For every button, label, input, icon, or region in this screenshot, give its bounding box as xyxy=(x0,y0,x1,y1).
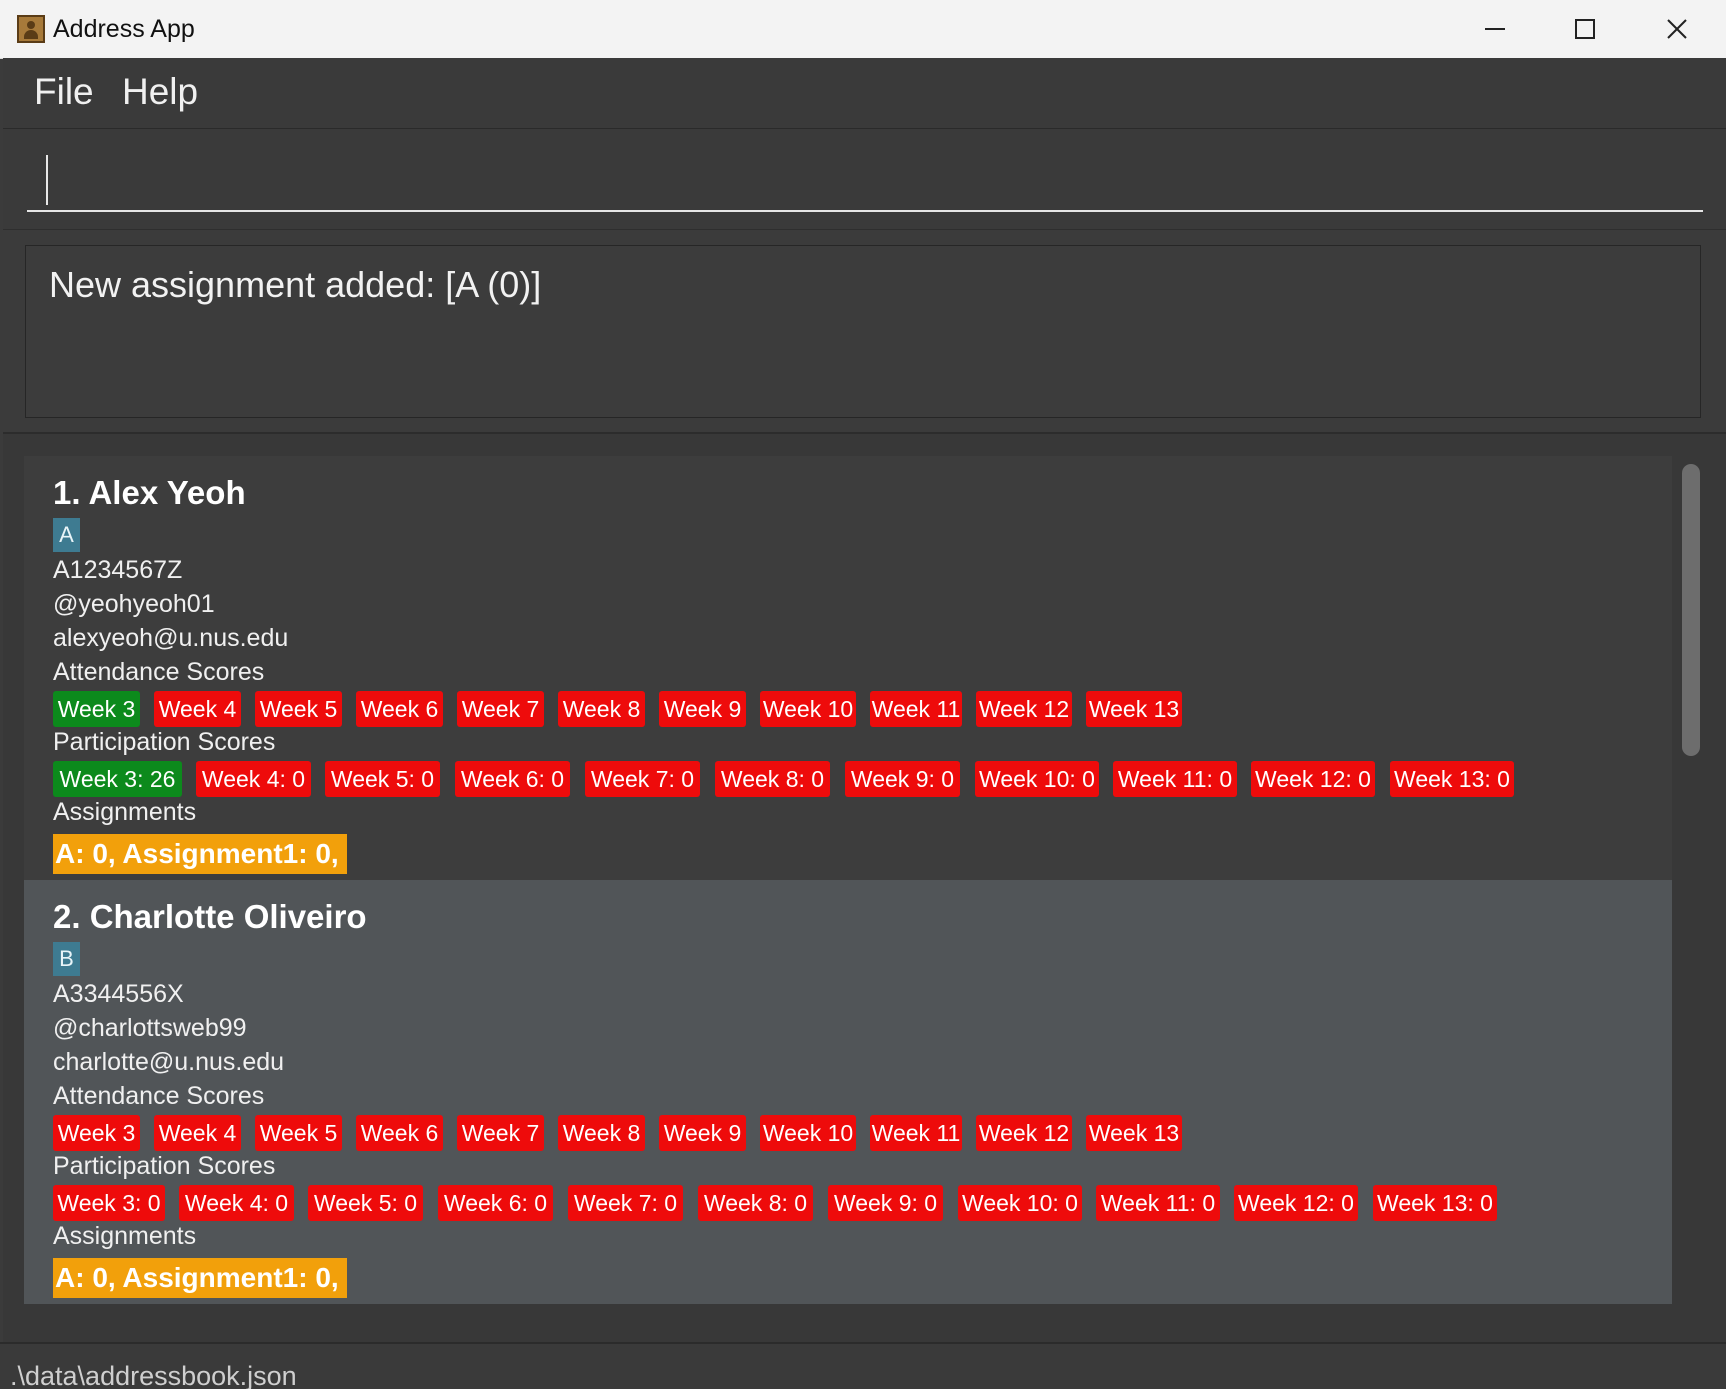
attendance-chip: Week 5 xyxy=(255,691,342,727)
participation-chip: Week 10: 0 xyxy=(958,1185,1082,1221)
close-icon xyxy=(1667,19,1687,39)
status-bar: .\data\addressbook.json xyxy=(0,1342,1726,1389)
result-message: New assignment added: [A (0)] xyxy=(49,264,542,305)
person-name: 1. Alex Yeoh xyxy=(53,474,246,511)
save-location: .\data\addressbook.json xyxy=(10,1361,297,1389)
student-id: A3344556X xyxy=(53,980,184,1008)
window-title: Address App xyxy=(53,15,195,43)
participation-chip: Week 13: 0 xyxy=(1390,761,1514,797)
participation-chip: Week 7: 0 xyxy=(568,1185,683,1221)
assignments-label: Assignments xyxy=(53,798,197,826)
attendance-chip: Week 6 xyxy=(356,691,443,727)
email: alexyeoh@u.nus.edu xyxy=(53,624,289,652)
attendance-label: Attendance Scores xyxy=(53,658,265,686)
attendance-chip: Week 11 xyxy=(870,691,962,727)
participation-label: Participation Scores xyxy=(53,1152,276,1180)
assignments-label: Assignments xyxy=(53,1222,197,1250)
participation-label: Participation Scores xyxy=(53,728,276,756)
attendance-chip: Week 7 xyxy=(457,1115,544,1151)
participation-chip: Week 6: 0 xyxy=(438,1185,553,1221)
participation-chip: Week 9: 0 xyxy=(828,1185,943,1221)
participation-chip: Week 3: 26 xyxy=(53,761,182,797)
email: charlotte@u.nus.edu xyxy=(53,1048,285,1076)
command-area xyxy=(3,129,1726,229)
person-card[interactable]: 2. Charlotte Oliveiro B A3344556X @charl… xyxy=(24,880,1672,1304)
attendance-chip: Week 3 xyxy=(53,1115,140,1151)
attendance-chip: Week 4 xyxy=(154,1115,241,1151)
attendance-chip: Week 6 xyxy=(356,1115,443,1151)
person-card[interactable]: 1. Alex Yeoh A A1234567Z @yeohyeoh01 ale… xyxy=(24,456,1672,880)
menu-bar: File Help xyxy=(3,58,1726,129)
attendance-chip: Week 4 xyxy=(154,691,241,727)
assignment-chip: A: 0, Assignment1: 0, xyxy=(53,834,347,874)
attendance-chip: Week 12 xyxy=(976,1115,1072,1151)
participation-chip: Week 11: 0 xyxy=(1113,761,1237,797)
command-input[interactable] xyxy=(27,151,1703,212)
divider xyxy=(3,229,1726,230)
attendance-chip: Week 13 xyxy=(1086,1115,1182,1151)
participation-chip: Week 13: 0 xyxy=(1373,1185,1497,1221)
result-display[interactable]: New assignment added: [A (0)] xyxy=(25,245,1701,418)
participation-chip: Week 4: 0 xyxy=(196,761,311,797)
participation-chip: Week 10: 0 xyxy=(975,761,1099,797)
attendance-chip: Week 3 xyxy=(53,691,140,727)
attendance-chip: Week 7 xyxy=(457,691,544,727)
maximize-button[interactable] xyxy=(1540,0,1630,58)
telegram-handle: @yeohyeoh01 xyxy=(53,590,215,618)
person-list[interactable]: 1. Alex Yeoh A A1234567Z @yeohyeoh01 ale… xyxy=(3,432,1726,1344)
participation-chip: Week 11: 0 xyxy=(1096,1185,1220,1221)
group-tag: B xyxy=(53,942,80,976)
attendance-chip: Week 13 xyxy=(1086,691,1182,727)
attendance-chip: Week 8 xyxy=(558,1115,645,1151)
participation-chip: Week 8: 0 xyxy=(698,1185,813,1221)
group-tag: A xyxy=(53,518,80,552)
attendance-chip: Week 5 xyxy=(255,1115,342,1151)
maximize-icon xyxy=(1575,19,1595,39)
attendance-chip: Week 10 xyxy=(760,691,856,727)
menu-help[interactable]: Help xyxy=(122,71,198,113)
assignment-chip: A: 0, Assignment1: 0, xyxy=(53,1258,347,1298)
attendance-label: Attendance Scores xyxy=(53,1082,265,1110)
app-window: Address App File Help New assignment add… xyxy=(0,0,1726,1389)
menu-file[interactable]: File xyxy=(34,71,94,113)
text-caret xyxy=(46,155,48,205)
minimize-button[interactable] xyxy=(1450,0,1540,58)
close-button[interactable] xyxy=(1632,0,1722,58)
attendance-chip: Week 8 xyxy=(558,691,645,727)
participation-chip: Week 3: 0 xyxy=(53,1185,165,1221)
attendance-chip: Week 9 xyxy=(659,691,746,727)
participation-chip: Week 8: 0 xyxy=(715,761,830,797)
participation-chip: Week 7: 0 xyxy=(585,761,700,797)
minimize-icon xyxy=(1485,28,1505,30)
student-id: A1234567Z xyxy=(53,556,183,584)
participation-chip: Week 6: 0 xyxy=(455,761,570,797)
participation-chip: Week 12: 0 xyxy=(1234,1185,1358,1221)
participation-chip: Week 4: 0 xyxy=(179,1185,294,1221)
title-bar: Address App xyxy=(0,0,1726,59)
participation-chip: Week 12: 0 xyxy=(1251,761,1375,797)
telegram-handle: @charlottsweb99 xyxy=(53,1014,247,1042)
attendance-chip: Week 9 xyxy=(659,1115,746,1151)
address-book-icon xyxy=(17,15,45,43)
attendance-chip: Week 10 xyxy=(760,1115,856,1151)
scrollbar-thumb[interactable] xyxy=(1682,464,1700,756)
participation-chip: Week 9: 0 xyxy=(845,761,960,797)
attendance-chip: Week 11 xyxy=(870,1115,962,1151)
person-name: 2. Charlotte Oliveiro xyxy=(53,898,367,935)
participation-chip: Week 5: 0 xyxy=(308,1185,423,1221)
attendance-chip: Week 12 xyxy=(976,691,1072,727)
participation-chip: Week 5: 0 xyxy=(325,761,440,797)
